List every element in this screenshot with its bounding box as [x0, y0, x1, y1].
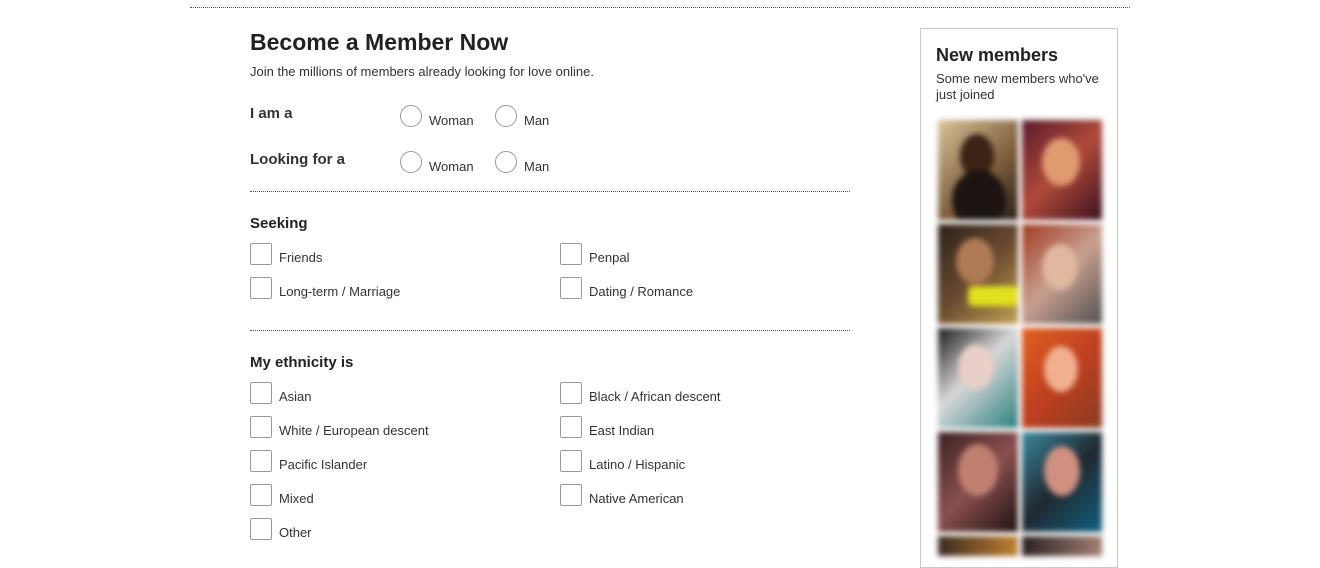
seeking-dating-checkbox[interactable]: Dating / Romance: [560, 277, 693, 299]
top-divider: [190, 7, 1130, 8]
ethnicity-latino-checkbox[interactable]: Latino / Hispanic: [560, 450, 685, 472]
new-members-panel: New members Some new members who've just…: [920, 28, 1118, 568]
looking-for-man-radio[interactable]: Man: [495, 149, 549, 174]
checkbox-box[interactable]: [560, 484, 582, 506]
ethnicity-black-checkbox[interactable]: Black / African descent: [560, 382, 721, 404]
checkbox-box[interactable]: [560, 277, 582, 299]
checkbox-label: Penpal: [589, 250, 630, 265]
seeking-longterm-checkbox[interactable]: Long-term / Marriage: [250, 277, 400, 299]
new-members-subtitle: Some new members who've just joined: [936, 71, 1099, 102]
looking-for-row: Looking for a Woman Man: [250, 149, 850, 179]
form-title: Become a Member Now: [250, 29, 509, 55]
checkbox-box[interactable]: [250, 277, 272, 299]
checkbox-label: Native American: [589, 491, 684, 506]
checkbox-box[interactable]: [250, 243, 272, 265]
ethnicity-pacific-checkbox[interactable]: Pacific Islander: [250, 450, 367, 472]
radio-circle[interactable]: [400, 104, 422, 127]
checkbox-label: Friends: [279, 250, 323, 265]
radio-label: Man: [524, 159, 550, 174]
checkbox-label: Dating / Romance: [589, 284, 694, 299]
checkbox-label: Pacific Islander: [279, 457, 368, 472]
radio-circle[interactable]: [400, 150, 422, 173]
seeking-penpal-checkbox[interactable]: Penpal: [560, 243, 629, 265]
member-photo[interactable]: [1022, 120, 1102, 220]
checkbox-box[interactable]: [560, 243, 582, 265]
seeking-title: Seeking: [250, 215, 308, 232]
member-photo[interactable]: [1022, 536, 1102, 556]
member-photo[interactable]: [938, 328, 1018, 428]
checkbox-box[interactable]: [250, 518, 272, 540]
ethnicity-mixed-checkbox[interactable]: Mixed: [250, 484, 314, 506]
checkbox-label: Other: [279, 525, 312, 540]
i-am-label: I am a: [250, 105, 293, 122]
radio-label: Man: [524, 113, 550, 128]
checkbox-label: East Indian: [589, 423, 655, 438]
ethnicity-other-checkbox[interactable]: Other: [250, 518, 312, 540]
member-photo[interactable]: [1022, 328, 1102, 428]
checkbox-box[interactable]: [250, 382, 272, 404]
checkbox-label: Asian: [279, 389, 312, 404]
looking-for-woman-radio[interactable]: Woman: [400, 149, 474, 174]
radio-circle[interactable]: [495, 150, 517, 173]
section-divider: [250, 330, 850, 331]
radio-label: Woman: [429, 113, 474, 128]
checkbox-box[interactable]: [250, 484, 272, 506]
checkbox-label: Mixed: [279, 491, 314, 506]
new-members-title: New members: [936, 45, 1059, 65]
member-photo[interactable]: [938, 120, 1018, 220]
member-photo[interactable]: [1022, 432, 1102, 532]
member-photo[interactable]: [938, 432, 1018, 532]
checkbox-label: Black / African descent: [589, 389, 721, 404]
i-am-man-radio[interactable]: Man: [495, 103, 549, 128]
radio-circle[interactable]: [495, 104, 517, 127]
ethnicity-east-indian-checkbox[interactable]: East Indian: [560, 416, 654, 438]
checkbox-box[interactable]: [560, 450, 582, 472]
member-photo[interactable]: [1022, 224, 1102, 324]
checkbox-box[interactable]: [250, 416, 272, 438]
member-photo[interactable]: [938, 536, 1018, 556]
checkbox-box[interactable]: [560, 416, 582, 438]
ethnicity-native-american-checkbox[interactable]: Native American: [560, 484, 684, 506]
checkbox-box[interactable]: [250, 450, 272, 472]
radio-label: Woman: [429, 159, 474, 174]
member-photo[interactable]: [938, 224, 1018, 324]
checkbox-label: White / European descent: [279, 423, 429, 438]
checkbox-label: Long-term / Marriage: [279, 284, 401, 299]
i-am-woman-radio[interactable]: Woman: [400, 103, 474, 128]
seeking-friends-checkbox[interactable]: Friends: [250, 243, 322, 265]
ethnicity-white-checkbox[interactable]: White / European descent: [250, 416, 429, 438]
signup-form: Become a Member Now Join the millions of…: [250, 28, 850, 540]
ethnicity-asian-checkbox[interactable]: Asian: [250, 382, 312, 404]
checkbox-box[interactable]: [560, 382, 582, 404]
looking-for-label: Looking for a: [250, 151, 345, 168]
checkbox-label: Latino / Hispanic: [589, 457, 686, 472]
form-subtitle: Join the millions of members already loo…: [250, 64, 594, 79]
section-divider: [250, 191, 850, 192]
i-am-row: I am a Woman Man: [250, 103, 850, 133]
ethnicity-title: My ethnicity is: [250, 354, 354, 371]
